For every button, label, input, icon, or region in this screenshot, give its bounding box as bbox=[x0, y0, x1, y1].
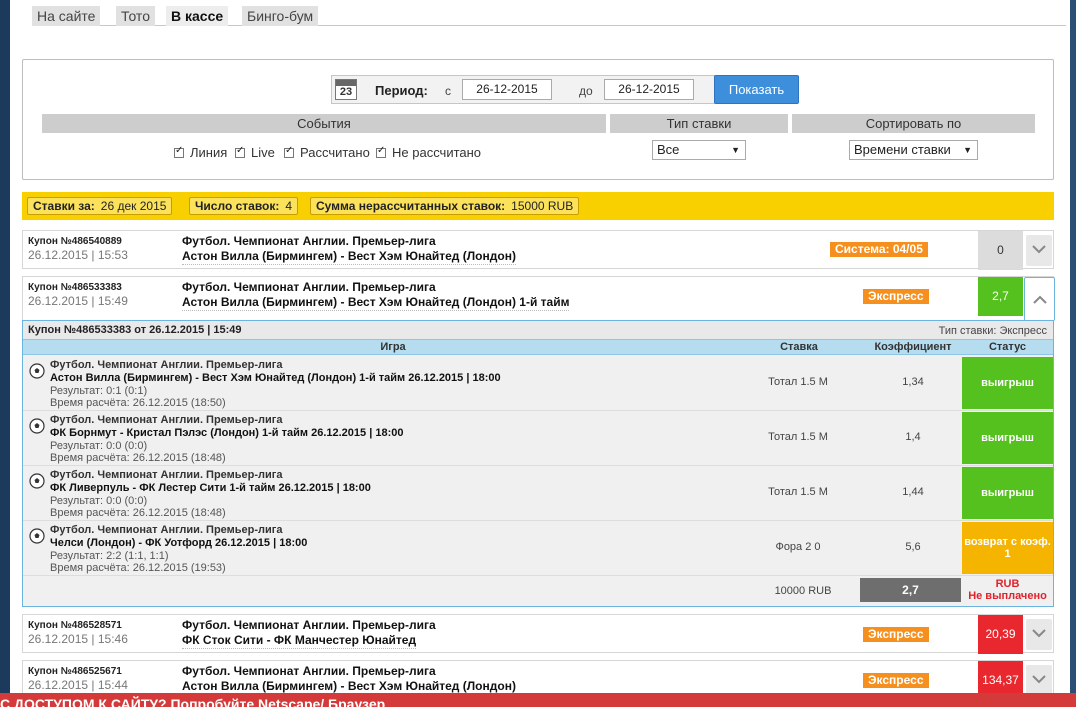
bet-type-header: Тип ставки bbox=[610, 114, 788, 133]
col-bet: Ставка bbox=[780, 341, 818, 353]
tab-bingo-boom[interactable]: Бинго-бум bbox=[242, 6, 319, 26]
checkbox-unsettled[interactable]: Не рассчитано bbox=[376, 145, 481, 160]
chevron-down-icon[interactable] bbox=[1026, 665, 1052, 696]
payout-status: RUB Не выплачено bbox=[968, 578, 1047, 602]
col-coef: Коэффициент bbox=[874, 341, 952, 353]
coupon-type-badge: Экспресс bbox=[863, 289, 929, 304]
coupon-date: 26.12.2015 | 15:46 bbox=[28, 632, 128, 646]
soccer-ball-icon bbox=[29, 473, 45, 489]
from-label: с bbox=[445, 84, 451, 98]
checkbox-icon[interactable] bbox=[174, 145, 184, 158]
checkbox-icon[interactable] bbox=[235, 145, 245, 158]
checkbox-live[interactable]: Live bbox=[235, 145, 275, 160]
detail-header: Купон №486533383 от 26.12.2015 | 15:49 Т… bbox=[23, 321, 1053, 339]
coupon-date: 26.12.2015 | 15:53 bbox=[28, 248, 128, 262]
checkbox-line[interactable]: Линия bbox=[174, 145, 227, 160]
calendar-icon[interactable]: 23 bbox=[335, 79, 357, 100]
detail-bet-type: Тип ставки: Экспресс bbox=[938, 325, 1047, 337]
coupon-value: 2,7 bbox=[978, 277, 1023, 316]
col-game: Игра bbox=[380, 341, 406, 353]
to-date-input[interactable]: 26-12-2015 bbox=[604, 79, 694, 100]
coupon-detail-panel: Купон №486533383 от 26.12.2015 | 15:49 Т… bbox=[22, 320, 1054, 607]
checkbox-settled[interactable]: Рассчитано bbox=[284, 145, 370, 160]
bet-count-badge: Число ставок: 4 bbox=[189, 197, 299, 215]
events-header: События bbox=[42, 114, 606, 133]
from-date-input[interactable]: 26-12-2015 bbox=[462, 79, 552, 100]
soccer-ball-icon bbox=[29, 528, 45, 544]
coupon-value: 0 bbox=[978, 231, 1023, 270]
detail-item: Футбол. Чемпионат Англии. Премьер-лига Ф… bbox=[23, 466, 1053, 521]
dropdown-arrow-icon: ▼ bbox=[731, 145, 740, 155]
status-badge: выигрыш bbox=[962, 467, 1053, 519]
dropdown-arrow-icon: ▼ bbox=[963, 145, 972, 155]
summary-bar: Ставки за: 26 дек 2015 Число ставок: 4 Сум… bbox=[22, 192, 1054, 220]
period-picker: 23 Период: с 26-12-2015 до 26-12-2015 bbox=[331, 75, 715, 104]
coupon-type-badge: Экспресс bbox=[863, 627, 929, 642]
page-edge bbox=[1070, 0, 1076, 707]
coupon-type-badge: Система: 04/05 bbox=[830, 242, 928, 257]
col-status: Статус bbox=[988, 341, 1027, 353]
chevron-down-icon[interactable] bbox=[1026, 619, 1052, 650]
filter-panel: 23 Период: с 26-12-2015 до 26-12-2015 По… bbox=[22, 59, 1054, 180]
soccer-ball-icon bbox=[29, 363, 45, 379]
chevron-up-icon[interactable] bbox=[1024, 277, 1055, 321]
detail-item: Футбол. Чемпионат Англии. Премьер-лига Ф… bbox=[23, 411, 1053, 466]
coupon-number: Купон №486540889 bbox=[28, 236, 122, 247]
bet-amount: 10000 RUB bbox=[774, 585, 832, 597]
coupon-event: Футбол. Чемпионат Англии. Премьер-лига Ф… bbox=[182, 618, 436, 649]
tab-in-cashdesk[interactable]: В кассе bbox=[166, 6, 229, 26]
detail-summary-row: 10000 RUB 2,7 RUB Не выплачено bbox=[23, 575, 1053, 606]
checkbox-icon[interactable] bbox=[284, 145, 294, 158]
coupon-event: Футбол. Чемпионат Англии. Премьер-лига А… bbox=[182, 664, 516, 695]
sort-select[interactable]: Времени ставки ▼ bbox=[849, 140, 978, 160]
coupon-event: Футбол. Чемпионат Англии. Премьер-лига А… bbox=[182, 234, 516, 265]
detail-column-headers: Игра Ставка Коэффициент Статус bbox=[23, 339, 1053, 355]
status-badge: возврат с коэф. 1 bbox=[962, 522, 1053, 574]
tab-toto[interactable]: Тото bbox=[116, 6, 155, 26]
tab-on-site[interactable]: На сайте bbox=[32, 6, 101, 26]
coupon-value: 20,39 bbox=[978, 615, 1023, 654]
show-button[interactable]: Показать bbox=[714, 75, 799, 104]
unsettled-sum-badge: Сумма нерассчитанных ставок: 15000 RUB bbox=[310, 197, 580, 215]
sort-header: Сортировать по bbox=[792, 114, 1035, 133]
period-label: Период: bbox=[375, 83, 428, 98]
coupon-number: Купон №486533383 bbox=[28, 282, 122, 293]
tabs-bar: На сайте Тото В кассе Бинго-бум bbox=[32, 6, 1066, 26]
coupon-row[interactable]: Купон №486528571 26.12.2015 | 15:46 Футб… bbox=[22, 614, 1054, 654]
bets-for-badge: Ставки за: 26 дек 2015 bbox=[27, 197, 173, 215]
coupon-date: 26.12.2015 | 15:44 bbox=[28, 678, 128, 692]
status-badge: выигрыш bbox=[962, 357, 1053, 409]
coupon-type-badge: Экспресс bbox=[863, 673, 929, 688]
coupon-number: Купон №486528571 bbox=[28, 620, 122, 631]
soccer-ball-icon bbox=[29, 418, 45, 434]
coupon-number: Купон №486525671 bbox=[28, 666, 122, 677]
status-badge: выигрыш bbox=[962, 412, 1053, 464]
coupon-event: Футбол. Чемпионат Англии. Премьер-лига А… bbox=[182, 280, 570, 311]
detail-item: Футбол. Чемпионат Англии. Премьер-лига Ч… bbox=[23, 521, 1053, 576]
total-coef: 2,7 bbox=[860, 578, 961, 602]
notice-banner[interactable]: С ДОСТУПОМ К САЙТУ? Попробуйте Netscape/… bbox=[0, 693, 1076, 707]
coupon-date: 26.12.2015 | 15:49 bbox=[28, 294, 128, 308]
checkbox-icon[interactable] bbox=[376, 145, 386, 158]
bet-type-select[interactable]: Все ▼ bbox=[652, 140, 746, 160]
detail-item: Футбол. Чемпионат Англии. Премьер-лига А… bbox=[23, 356, 1053, 411]
coupon-row-expanded[interactable]: Купон №486533383 26.12.2015 | 15:49 Футб… bbox=[22, 276, 1055, 321]
detail-title: Купон №486533383 от 26.12.2015 | 15:49 bbox=[28, 324, 242, 336]
to-label: до bbox=[579, 84, 593, 98]
chevron-down-icon[interactable] bbox=[1026, 235, 1052, 266]
coupon-row[interactable]: Купон №486540889 26.12.2015 | 15:53 Футб… bbox=[22, 230, 1054, 270]
